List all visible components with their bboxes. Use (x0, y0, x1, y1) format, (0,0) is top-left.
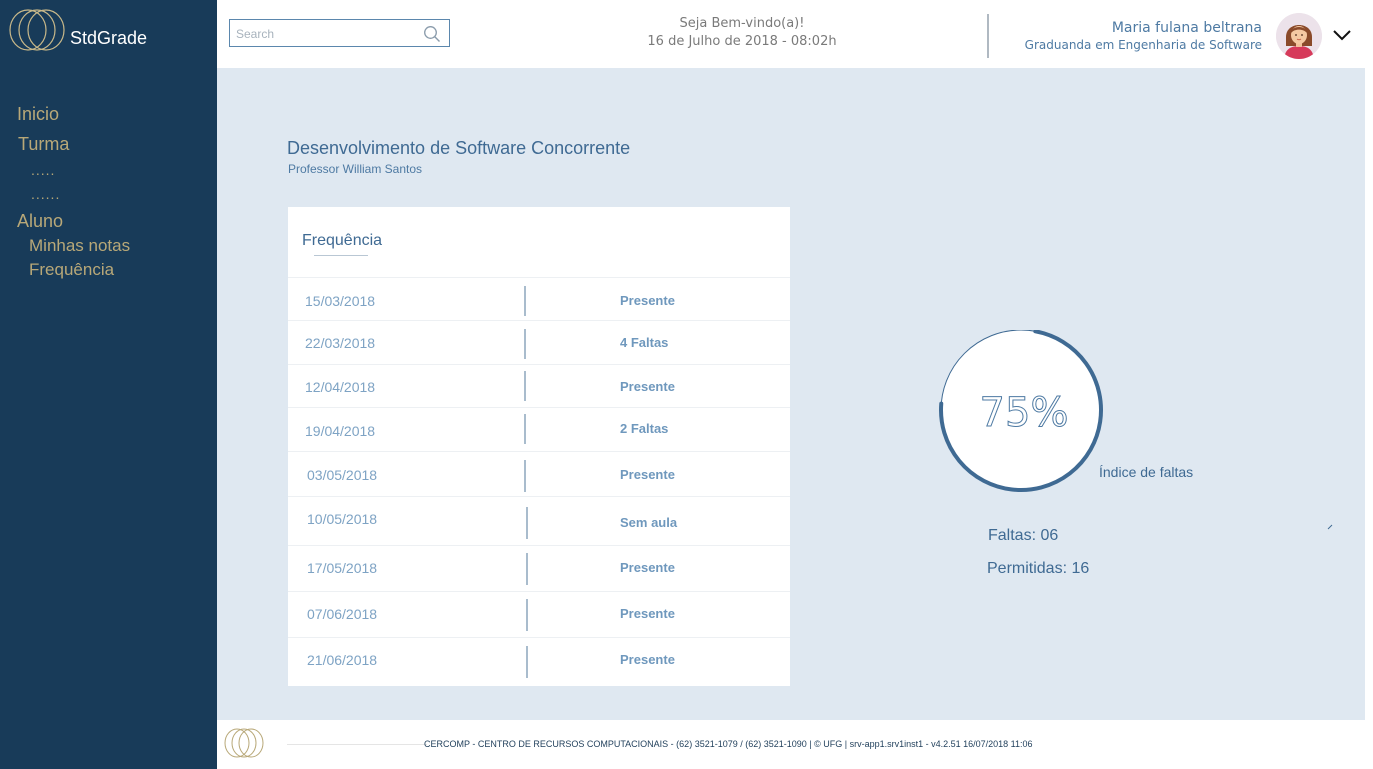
title-underline (314, 255, 368, 256)
sidebar-item-turma[interactable]: Turma (18, 134, 69, 155)
row-status: 4 Faltas (620, 335, 669, 350)
table-row[interactable]: 10/05/2018 Sem aula (288, 496, 790, 546)
sidebar-subitem-turma-2[interactable]: ...... (31, 186, 60, 202)
sidebar: StdGrade Inicio Turma ..... ...... Aluno… (0, 0, 217, 769)
attendance-card: Frequência 15/03/2018 Presente 22/03/201… (288, 207, 790, 686)
row-separator (524, 414, 526, 444)
row-date: 15/03/2018 (305, 293, 376, 309)
table-row[interactable]: 19/04/2018 2 Faltas (288, 407, 790, 452)
table-row[interactable]: 17/05/2018 Presente (288, 545, 790, 592)
footer-text: CERCOMP - CENTRO DE RECURSOS COMPUTACION… (424, 739, 1033, 749)
course-professor: Professor William Santos (288, 162, 423, 176)
search-icon[interactable] (423, 25, 441, 43)
table-row[interactable]: 21/06/2018 Presente (288, 637, 790, 687)
row-separator (526, 599, 528, 631)
row-status: Sem aula (620, 515, 678, 530)
row-date: 21/06/2018 (307, 652, 378, 668)
footer-divider (287, 744, 427, 745)
decorative-tick-icon (1327, 524, 1333, 530)
row-date: 03/05/2018 (307, 467, 378, 483)
row-status: Presente (620, 467, 675, 482)
row-date: 19/04/2018 (305, 423, 376, 439)
attendance-title: Frequência (302, 232, 383, 249)
footer: CERCOMP - CENTRO DE RECURSOS COMPUTACION… (217, 720, 1373, 769)
row-status: Presente (620, 293, 675, 308)
absence-gauge: 75% (939, 330, 1104, 492)
chevron-down-icon[interactable] (1332, 27, 1352, 43)
row-status: Presente (620, 379, 675, 394)
sidebar-item-inicio[interactable]: Inicio (17, 104, 59, 125)
row-date: 17/05/2018 (307, 560, 378, 576)
table-row[interactable]: 03/05/2018 Presente (288, 451, 790, 497)
logo-rings-icon (9, 9, 65, 51)
table-row[interactable]: 07/06/2018 Presente (288, 591, 790, 638)
table-row[interactable]: 15/03/2018 Presente (288, 277, 790, 321)
user-role: Graduanda em Engenharia de Software (1024, 38, 1262, 52)
avatar[interactable] (1276, 13, 1322, 59)
row-status: Presente (620, 652, 675, 667)
welcome-block: Seja Bem-vindo(a)! 16 de Julho de 2018 -… (637, 15, 847, 51)
sidebar-item-frequencia[interactable]: Frequência (29, 260, 114, 280)
sidebar-subitem-turma-1[interactable]: ..... (31, 162, 55, 178)
table-row[interactable]: 22/03/2018 4 Faltas (288, 320, 790, 365)
footer-logo-icon (224, 728, 264, 758)
row-separator (526, 507, 528, 539)
row-date: 12/04/2018 (305, 379, 376, 395)
row-date: 07/06/2018 (307, 606, 378, 622)
main-content: Desenvolvimento de Software Concorrente … (217, 68, 1365, 720)
search-box[interactable] (229, 19, 450, 47)
row-status: Presente (620, 560, 675, 575)
row-status: 2 Faltas (620, 421, 669, 436)
current-datetime: 16 de Julho de 2018 - 08:02h (647, 34, 837, 49)
user-avatar-icon (1276, 13, 1322, 59)
course-title: Desenvolvimento de Software Concorrente (287, 138, 631, 158)
row-separator (526, 646, 528, 678)
row-separator (524, 329, 526, 359)
top-header: Seja Bem-vindo(a)! 16 de Julho de 2018 -… (217, 0, 1360, 68)
row-separator (524, 460, 526, 492)
row-separator (524, 371, 526, 401)
absence-index-label: Índice de faltas (1099, 464, 1194, 480)
gauge-percent: 75% (980, 390, 1069, 436)
row-separator (524, 286, 526, 316)
search-input[interactable] (234, 22, 418, 46)
faltas-count: Faltas: 06 (988, 527, 1059, 544)
table-row[interactable]: 12/04/2018 Presente (288, 364, 790, 408)
sidebar-item-aluno[interactable]: Aluno (17, 211, 63, 232)
row-status: Presente (620, 606, 675, 621)
user-name[interactable]: Maria fulana beltrana (1112, 20, 1262, 36)
brand-name[interactable]: StdGrade (70, 28, 147, 49)
row-date: 10/05/2018 (307, 511, 378, 527)
row-separator (526, 553, 528, 585)
permitidas-count: Permitidas: 16 (987, 560, 1090, 577)
row-date: 22/03/2018 (305, 335, 376, 351)
header-divider (987, 14, 989, 58)
welcome-text: Seja Bem-vindo(a)! (679, 16, 805, 31)
right-edge (1365, 0, 1373, 720)
sidebar-item-minhas-notas[interactable]: Minhas notas (29, 236, 130, 256)
